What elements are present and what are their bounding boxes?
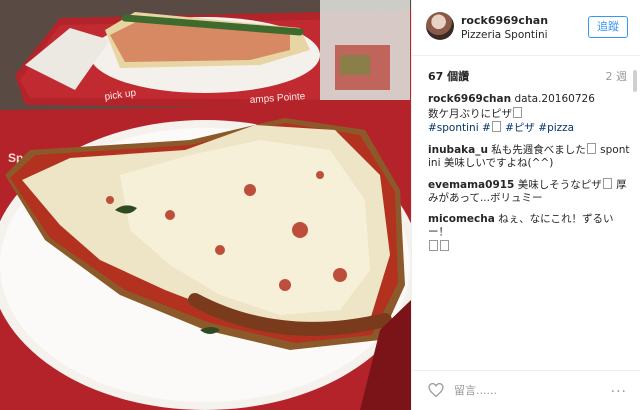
emoji-box bbox=[491, 121, 501, 132]
post-stats: 67 個讚 2 週 bbox=[412, 56, 640, 92]
post-header: rock6969chan Pizzeria Spontini 追蹤 bbox=[412, 0, 640, 56]
emoji-box bbox=[429, 239, 438, 251]
post-time[interactable]: 2 週 bbox=[606, 68, 628, 84]
scrollbar[interactable] bbox=[633, 70, 637, 92]
comment-text: 美味しそうなピザ bbox=[517, 178, 602, 191]
comment-text: 美味しいですよね(^^) bbox=[443, 157, 554, 169]
comment-input[interactable]: 留言...... bbox=[454, 382, 584, 400]
emoji-box bbox=[440, 239, 449, 251]
comment: micomecha ねぇ、なにこれ！ずるいー！ bbox=[428, 213, 630, 255]
comment-text: 数ケ月ぶりにピザ bbox=[428, 107, 512, 120]
emoji-box bbox=[513, 106, 522, 118]
comment-user[interactable]: rock6969chan bbox=[428, 93, 511, 105]
hashtag[interactable]: #spontini bbox=[428, 122, 479, 134]
heart-icon[interactable] bbox=[428, 383, 444, 397]
avatar[interactable] bbox=[426, 12, 454, 40]
comment-text: data.20160726 bbox=[514, 93, 595, 105]
comment: rock6969chan data.20160726 数ケ月ぶりにピザ #spo… bbox=[428, 93, 630, 136]
post-sidebar: rock6969chan Pizzeria Spontini 追蹤 67 個讚 … bbox=[411, 0, 640, 410]
instagram-post: pick up amps Pointe Sp rock6969chan Pizz… bbox=[0, 0, 640, 410]
hashtag[interactable]: # bbox=[482, 122, 491, 134]
comment-user[interactable]: evemama0915 bbox=[428, 179, 514, 191]
hashtag[interactable]: #pizza bbox=[538, 122, 574, 134]
more-options-icon[interactable]: ... bbox=[611, 380, 627, 396]
follow-button[interactable]: 追蹤 bbox=[588, 16, 628, 38]
comment-user[interactable]: inubaka_u bbox=[428, 144, 488, 156]
emoji-box bbox=[586, 142, 596, 154]
comment-text: 私も先週食べました bbox=[491, 143, 586, 156]
pizza-photo-illustration: pick up amps Pointe Sp bbox=[0, 0, 411, 410]
post-photo[interactable]: pick up amps Pointe Sp bbox=[0, 0, 411, 410]
comment: inubaka_u 私も先週食べました spontini 美味しいですよね(^^… bbox=[428, 142, 630, 171]
post-footer: 留言...... ... bbox=[412, 370, 640, 410]
emoji-box bbox=[602, 177, 612, 189]
comment-user[interactable]: micomecha bbox=[428, 213, 495, 225]
like-count[interactable]: 67 個讚 bbox=[428, 68, 469, 84]
comment: evemama0915 美味しそうなピザ 厚みがあって...ボリュミー bbox=[428, 177, 630, 206]
hashtag[interactable]: #ピザ bbox=[505, 122, 535, 134]
username[interactable]: rock6969chan bbox=[461, 14, 548, 27]
location[interactable]: Pizzeria Spontini bbox=[461, 29, 548, 41]
comment-list: rock6969chan data.20160726 数ケ月ぶりにピザ #spo… bbox=[428, 93, 630, 261]
